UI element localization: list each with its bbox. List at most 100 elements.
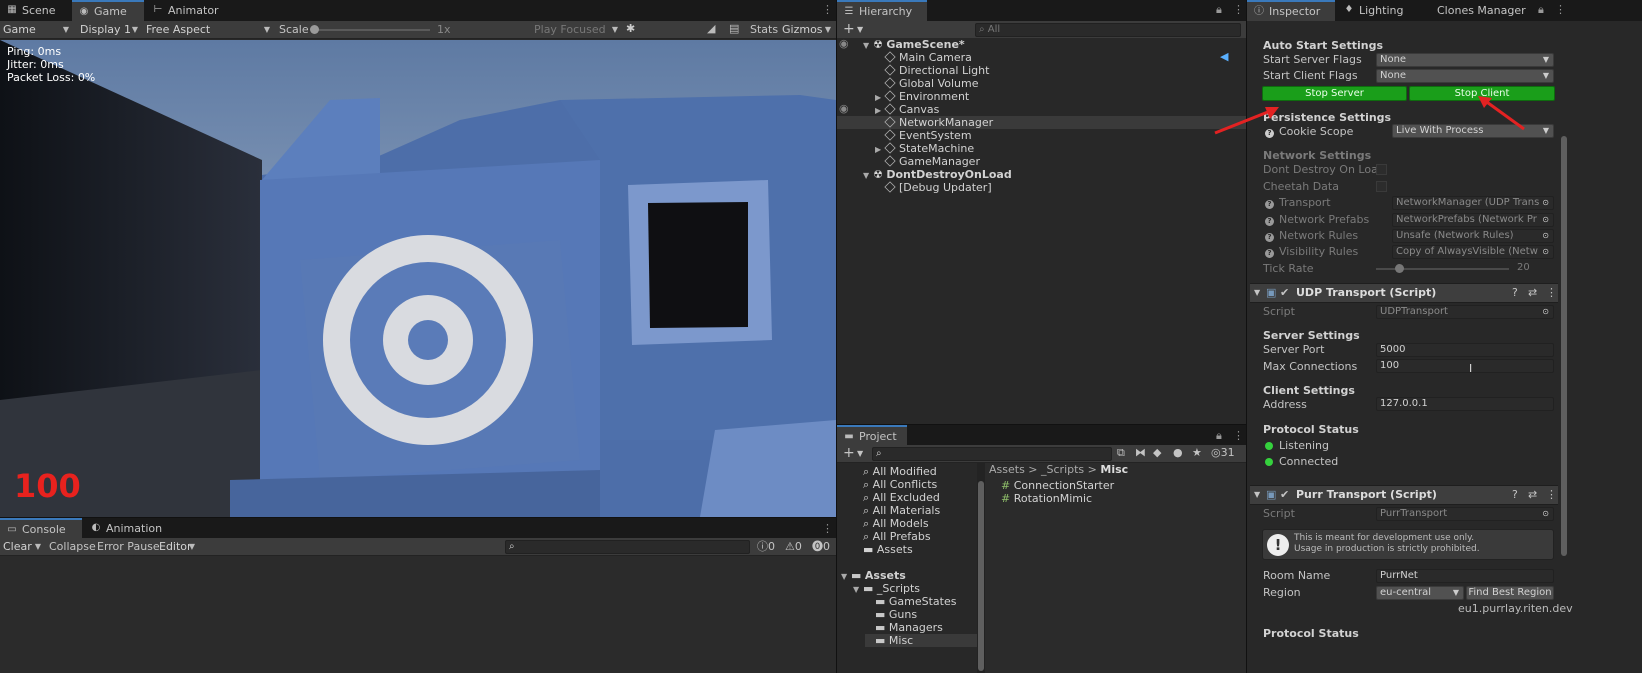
error-count[interactable]: ⓿0 [812, 540, 830, 554]
enabled-checkmark-icon[interactable]: ✔ [1280, 286, 1289, 300]
hierarchy-item[interactable]: NetworkManager [837, 116, 1246, 129]
object-picker-icon[interactable]: ⊙ [1542, 214, 1549, 226]
scale-slider-handle[interactable] [310, 25, 319, 34]
enabled-checkmark-icon[interactable]: ✔ [1280, 488, 1289, 502]
hierarchy-item[interactable]: Global Volume [837, 77, 1246, 90]
aspect-dropdown[interactable]: Free Aspect ▼ [143, 22, 273, 38]
tab-scene[interactable]: ▦ Scene [0, 0, 64, 21]
address-input[interactable]: 127.0.0.1 [1376, 397, 1554, 411]
kebab-menu-icon[interactable]: ⋮ [1555, 3, 1566, 17]
server-port-input[interactable]: 5000 [1376, 343, 1554, 357]
favorite-item[interactable]: ⌕ All Prefabs [863, 530, 931, 543]
udp-script-field[interactable]: UDPTransport ⊙ [1376, 305, 1554, 319]
gizmos-dropdown[interactable]: Gizmos ▼ [779, 22, 834, 38]
stats-button[interactable]: Stats [750, 23, 778, 37]
favorite-item[interactable]: ⌕ All Conflicts [863, 478, 937, 491]
display-dropdown[interactable]: Display 1 ▼ [77, 22, 141, 38]
collapse-button[interactable]: Collapse [49, 540, 96, 554]
tab-hierarchy[interactable]: ☰ Hierarchy [837, 0, 927, 21]
preset-icon[interactable]: ⇄ [1528, 286, 1537, 300]
favorite-item[interactable]: ⌕ All Excluded [863, 491, 940, 504]
game-mode-dropdown[interactable]: Game ▼ [0, 22, 72, 38]
purr-transport-header[interactable]: ▼ ▣ ✔ Purr Transport (Script) ? ⇄ ⋮ [1250, 485, 1558, 505]
preset-icon[interactable]: ⇄ [1528, 488, 1537, 502]
favorite-item[interactable]: ⌕ All Modified [863, 465, 937, 478]
region-dropdown[interactable]: eu-central ▼ [1376, 586, 1464, 600]
hierarchy-item[interactable]: ▶ Canvas [837, 103, 1246, 116]
hidden-count[interactable]: ◎31 [1211, 446, 1235, 460]
tick-rate-value[interactable]: 20 [1514, 262, 1554, 276]
hierarchy-item[interactable]: [Debug Updater] [837, 181, 1246, 194]
lock-icon[interactable]: 🔒︎ [1538, 3, 1544, 17]
transport-field[interactable]: NetworkManager (UDP Trans ⊙ [1392, 196, 1554, 210]
tab-game[interactable]: ◉ Game [72, 0, 144, 21]
editor-dropdown[interactable]: Editor ▼ [156, 539, 198, 555]
tab-console[interactable]: ▭ Console [0, 518, 82, 539]
clear-dropdown[interactable]: Clear ▼ [0, 539, 44, 555]
audio-mute-icon[interactable]: ◢ [707, 22, 715, 36]
folder-tree-item[interactable]: ▼ ▬ Assets [841, 569, 977, 582]
hierarchy-item[interactable]: Main Camera [837, 51, 1246, 64]
kebab-menu-icon[interactable]: ⋮ [1546, 286, 1557, 300]
udp-transport-header[interactable]: ▼ ▣ ✔ UDP Transport (Script) ? ⇄ ⋮ [1250, 283, 1558, 303]
kebab-menu-icon[interactable]: ⋮ [1546, 488, 1557, 502]
help-icon[interactable]: ? [1512, 488, 1518, 502]
console-log-area[interactable] [0, 556, 836, 673]
hierarchy-item[interactable]: EventSystem [837, 129, 1246, 142]
find-best-region-button[interactable]: Find Best Region [1466, 586, 1554, 600]
dont-destroy-checkbox[interactable] [1376, 164, 1387, 175]
play-focused-dropdown[interactable]: Play Focused ▼ [531, 22, 621, 38]
object-picker-icon[interactable]: ⊙ [1542, 246, 1549, 258]
kebab-menu-icon[interactable]: ⋮ [822, 522, 833, 536]
breadcrumb-scripts[interactable]: _Scripts [1041, 463, 1084, 476]
start-client-flags-dropdown[interactable]: None ▼ [1376, 69, 1554, 83]
tag-icon[interactable]: ◆ [1153, 446, 1161, 460]
folder-tree-item[interactable]: ▼ ▬ _Scripts [853, 582, 977, 595]
tab-project[interactable]: ▬ Project [837, 425, 907, 446]
filter-type-icon[interactable]: ⧉ [1117, 446, 1125, 460]
kebab-menu-icon[interactable]: ⋮ [1233, 429, 1244, 443]
inspector-scroll-track[interactable] [1558, 21, 1642, 673]
visibility-rules-field[interactable]: Copy of AlwaysVisible (Netw ⊙ [1392, 245, 1554, 259]
star-icon[interactable]: ★ [1192, 446, 1202, 460]
tab-clones-manager[interactable]: Clones Manager [1415, 0, 1534, 21]
tab-animation[interactable]: ◐ Animation [84, 518, 170, 539]
favorite-item[interactable]: ▬ Assets [863, 543, 913, 556]
tab-animator[interactable]: ⊢ Animator [146, 0, 227, 21]
room-name-input[interactable]: PurrNet [1376, 569, 1554, 583]
kebab-menu-icon[interactable]: ⋮ [822, 3, 833, 17]
hierarchy-item[interactable]: ▶ StateMachine [837, 142, 1246, 155]
max-connections-input[interactable]: 100 [1376, 359, 1554, 373]
cheetah-data-checkbox[interactable] [1376, 181, 1387, 192]
hierarchy-item[interactable]: GameManager [837, 155, 1246, 168]
file-item[interactable]: # RotationMimic [1001, 492, 1092, 506]
purr-script-field[interactable]: PurrTransport ⊙ [1376, 507, 1554, 521]
log-count[interactable]: ⓘ0 [757, 540, 775, 554]
folder-tree-item[interactable]: ▬ Managers [865, 621, 977, 634]
hierarchy-search-input[interactable]: ⌕ All [975, 23, 1241, 37]
add-icon[interactable]: + [843, 446, 855, 460]
start-server-flags-dropdown[interactable]: None ▼ [1376, 53, 1554, 67]
error-pause-button[interactable]: Error Pause [97, 540, 160, 554]
hierarchy-item[interactable]: Directional Light [837, 64, 1246, 77]
tab-lighting[interactable]: ♦ Lighting [1337, 0, 1411, 21]
tab-inspector[interactable]: ⓘ Inspector [1247, 0, 1335, 21]
tick-rate-slider-handle[interactable] [1394, 264, 1404, 273]
warning-count[interactable]: ⚠0 [785, 540, 802, 554]
add-icon[interactable]: + [843, 22, 855, 36]
chevron-down-icon[interactable]: ▼ [1254, 286, 1260, 300]
favorite-item[interactable]: ⌕ All Models [863, 517, 929, 530]
lock-icon[interactable]: 🔒︎ [1216, 3, 1222, 17]
breadcrumb-assets[interactable]: Assets [989, 463, 1025, 476]
object-picker-icon[interactable]: ⊙ [1542, 197, 1549, 209]
visibility-eye-icon[interactable]: ◉ [839, 37, 849, 51]
folder-tree-item[interactable]: ▬ GameStates [865, 595, 977, 608]
project-search-input[interactable]: ⌕ [872, 447, 1112, 461]
file-item[interactable]: # ConnectionStarter [1001, 479, 1114, 493]
object-picker-icon[interactable]: ⊙ [1542, 508, 1549, 520]
object-picker-icon[interactable]: ⊙ [1542, 306, 1549, 318]
chevron-down-icon[interactable]: ▼ [857, 447, 863, 461]
chevron-down-icon[interactable]: ▼ [1254, 488, 1260, 502]
filter-label-icon[interactable]: ⧓ [1135, 446, 1146, 460]
game-viewport[interactable]: Ping: 0ms Jitter: 0ms Packet Loss: 0% 10… [0, 40, 836, 517]
